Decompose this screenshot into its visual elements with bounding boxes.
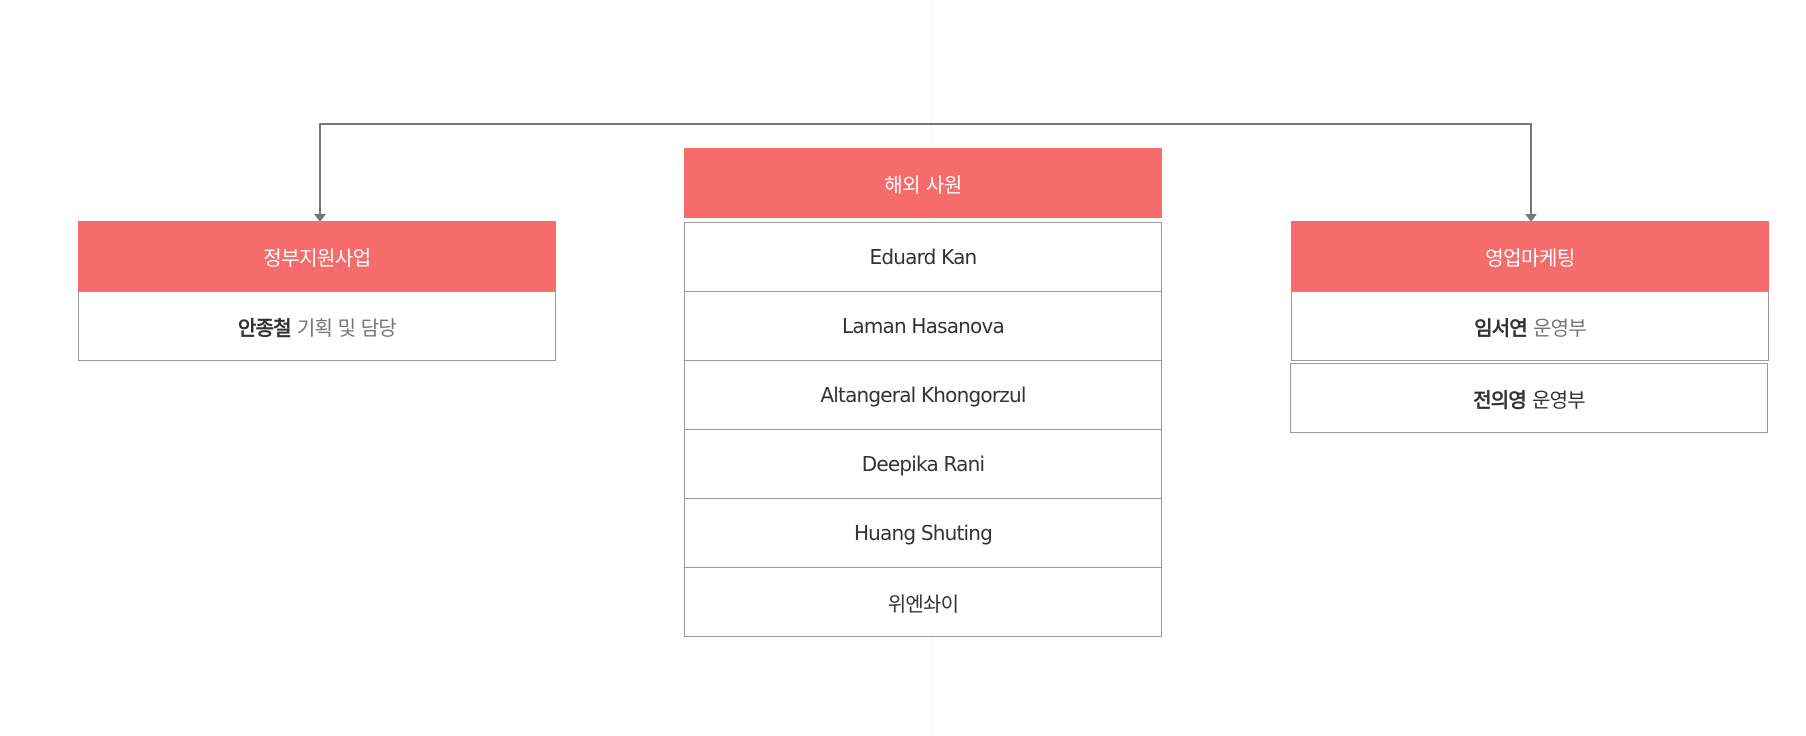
center-dept-member-3: Altangeral Khongorzul [684, 360, 1162, 430]
center-dept-member-5: Huang Shuting [684, 498, 1162, 568]
member-name: Laman Hasanova [842, 314, 1005, 338]
right-dept-member-2: 전의영 운영부 [1290, 363, 1768, 433]
right-dept-member-1: 임서연 운영부 [1291, 291, 1769, 361]
left-dept-title: 정부지원사업 [263, 245, 371, 270]
member-role: 운영부 [1532, 387, 1586, 412]
left-dept-member-1: 안종철 기획 및 담당 [78, 291, 556, 361]
member-name: Deepika Rani [861, 452, 985, 476]
left-dept-header: 정부지원사업 [78, 221, 556, 291]
member-name: Eduard Kan [869, 245, 978, 269]
member-role: 운영부 [1533, 315, 1587, 340]
center-dept-member-1: Eduard Kan [684, 222, 1162, 292]
member-role: 기획 및 담당 [296, 315, 397, 340]
member-name: Altangeral Khongorzul [820, 383, 1026, 407]
right-dept-header: 영업마케팅 [1291, 221, 1769, 291]
center-dept-header: 해외 사원 [684, 148, 1162, 218]
center-dept-member-4: Deepika Rani [684, 429, 1162, 499]
center-dept-member-6: 위엔솨이 [684, 567, 1162, 637]
center-dept-title: 해외 사원 [884, 172, 962, 197]
member-name: 안종철 [238, 315, 292, 340]
member-name: Huang Shuting [853, 521, 993, 545]
member-name: 전의영 [1473, 387, 1527, 412]
center-dept-member-2: Laman Hasanova [684, 291, 1162, 361]
member-name: 임서연 [1474, 315, 1528, 340]
right-dept-title: 영업마케팅 [1485, 245, 1575, 270]
member-name: 위엔솨이 [887, 591, 959, 616]
